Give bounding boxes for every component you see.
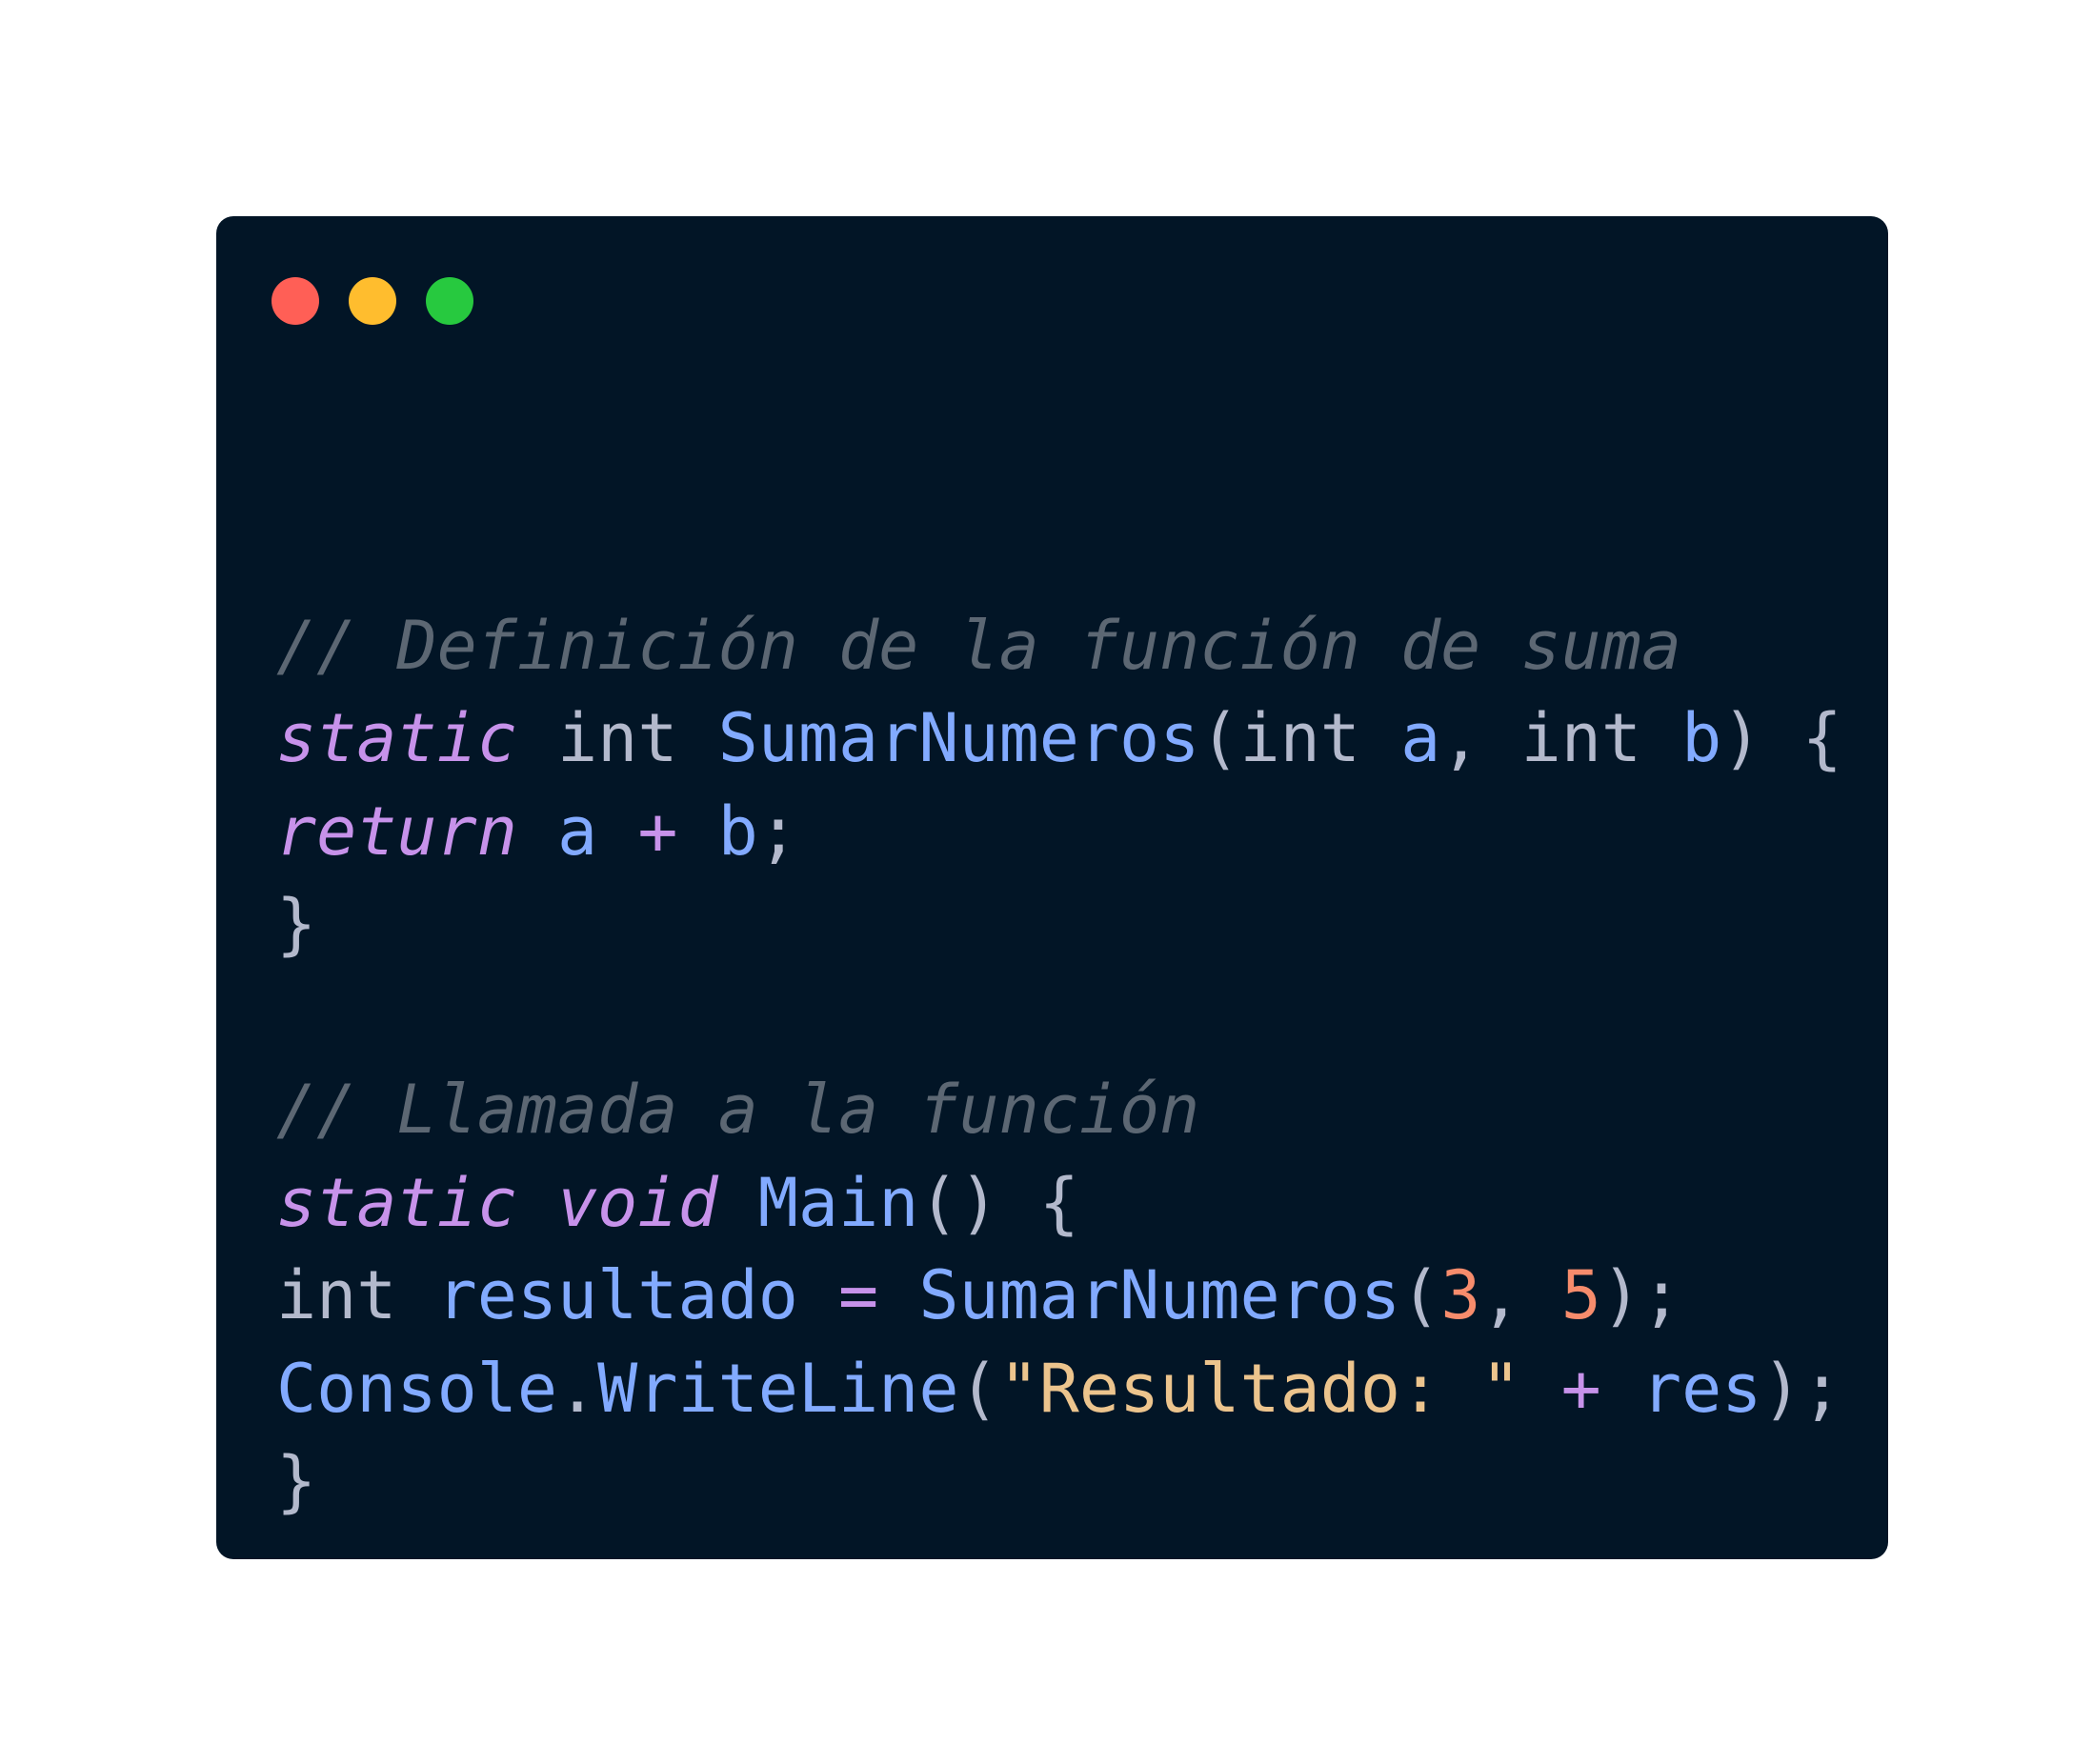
code-token-type: int (1520, 699, 1641, 777)
code-token-function: WriteLine (597, 1349, 959, 1428)
code-window: // Definición de la función de suma stati… (216, 216, 1888, 1559)
code-token-punct: () { (918, 1163, 1079, 1242)
code-token-function: SumarNumeros (918, 1256, 1401, 1334)
code-line: } (276, 878, 1842, 972)
code-token-param: a (1400, 699, 1441, 777)
code-token-punct: ); (1761, 1349, 1842, 1428)
code-token-operator: + (1560, 1349, 1601, 1428)
code-line: int resultado = SumarNumeros(3, 5); (276, 1250, 1842, 1343)
code-token-comment: // Llamada a la función (276, 1071, 1200, 1149)
code-token-operator: = (838, 1256, 879, 1334)
code-token-punct: } (276, 885, 317, 963)
code-token-keyword: static (276, 1163, 517, 1242)
window-controls (272, 277, 473, 325)
code-token-punct: ( (1199, 699, 1240, 777)
code-token-function: SumarNumeros (717, 699, 1200, 777)
code-token-function: Main (757, 1163, 919, 1242)
code-token-punct: . (557, 1349, 598, 1428)
code-token-keyword: void (557, 1163, 718, 1242)
code-token-function: Console (276, 1349, 558, 1428)
code-block: // Definición de la función de suma stati… (276, 507, 1842, 1529)
code-line: return a + b; (276, 786, 1842, 879)
code-token-param: b (717, 792, 758, 871)
code-line: Console.WriteLine("Resultado: " + res); (276, 1343, 1842, 1436)
code-token-comment: // Definición de la función de suma (276, 606, 1682, 685)
code-token-param: a (557, 792, 598, 871)
code-line: // Definición de la función de suma (276, 600, 1842, 693)
maximize-dot-icon[interactable] (426, 277, 473, 325)
close-dot-icon[interactable] (272, 277, 319, 325)
code-token-type: int (1239, 699, 1360, 777)
code-line: static int SumarNumeros(int a, int b) { (276, 692, 1842, 786)
code-token-punct: ; (757, 792, 798, 871)
code-token-punct: } (276, 1442, 317, 1520)
code-token-number: 5 (1560, 1256, 1601, 1334)
code-token-punct: ) { (1721, 699, 1842, 777)
code-token-param: resultado (436, 1256, 798, 1334)
code-token-type: int (276, 1256, 397, 1334)
code-token-punct: , (1440, 699, 1521, 777)
code-token-punct: , (1480, 1256, 1561, 1334)
code-token-punct: ); (1600, 1256, 1682, 1334)
code-token-type: int (557, 699, 678, 777)
code-token-punct: ( (1400, 1256, 1441, 1334)
minimize-dot-icon[interactable] (349, 277, 396, 325)
code-token-string: "Resultado: " (998, 1349, 1521, 1428)
code-token-keyword: return (276, 792, 517, 871)
code-token-keyword: static (276, 699, 517, 777)
code-line: // Llamada a la función (276, 1064, 1842, 1157)
code-line: } (276, 1435, 1842, 1529)
code-token-operator: + (637, 792, 678, 871)
code-token-number: 3 (1440, 1256, 1481, 1334)
code-token-param: b (1681, 699, 1722, 777)
code-token-punct: ( (958, 1349, 999, 1428)
code-line: static void Main() { (276, 1157, 1842, 1251)
code-token-param: res (1640, 1349, 1762, 1428)
